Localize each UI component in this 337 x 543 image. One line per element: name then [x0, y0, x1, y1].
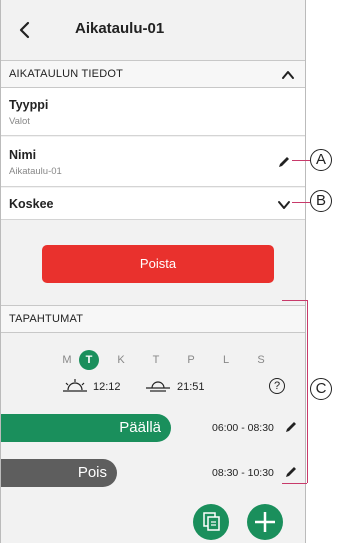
applies-row[interactable]: Koskee: [1, 188, 305, 220]
callout-line-b: [292, 202, 310, 203]
callout-bracket-top: [282, 300, 307, 301]
type-label: Tyyppi: [9, 98, 49, 112]
type-row: Tyyppi Valot: [1, 88, 305, 136]
chevron-down-icon[interactable]: [277, 198, 291, 212]
callout-a: A: [310, 149, 332, 171]
callout-b: B: [310, 190, 332, 212]
event-on-time: 06:00 - 08:30: [212, 422, 274, 434]
phone-screen: Aikataulu-01 AIKATAULUN TIEDOT Tyyppi Va…: [0, 0, 306, 543]
top-bar: Aikataulu-01: [1, 0, 305, 60]
name-value: Aikataulu-01: [9, 166, 62, 177]
day-tuesday[interactable]: T: [79, 350, 99, 370]
callout-bracket-side: [307, 300, 308, 483]
callout-bracket-bottom: [282, 483, 307, 484]
day-sunday[interactable]: S: [251, 350, 271, 370]
events-section-header: TAPAHTUMAT: [1, 305, 305, 333]
delete-button[interactable]: Poista: [42, 245, 274, 283]
event-off-pill[interactable]: Pois: [1, 459, 117, 487]
details-section-header[interactable]: AIKATAULUN TIEDOT: [1, 60, 305, 88]
name-row[interactable]: Nimi Aikataulu-01: [1, 137, 305, 187]
page-title: Aikataulu-01: [75, 20, 165, 37]
day-selector: M T K T P L S: [1, 350, 305, 370]
edit-event-on-icon[interactable]: [284, 420, 298, 434]
help-icon[interactable]: ?: [269, 378, 285, 394]
day-thursday[interactable]: T: [146, 350, 166, 370]
sunrise-time: 12:12: [93, 381, 121, 393]
callout-c: C: [310, 378, 332, 400]
edit-event-off-icon[interactable]: [284, 465, 298, 479]
applies-label: Koskee: [9, 197, 54, 211]
back-icon[interactable]: [13, 18, 37, 42]
event-on-pill[interactable]: Päällä: [1, 414, 171, 442]
events-section-label: TAPAHTUMAT: [9, 313, 84, 325]
sunrise-icon: [61, 378, 89, 397]
copy-schedule-button[interactable]: [193, 504, 229, 540]
type-value: Valot: [9, 116, 30, 127]
sunset-time: 21:51: [177, 381, 205, 393]
edit-name-icon[interactable]: [277, 155, 291, 169]
day-friday[interactable]: P: [181, 350, 201, 370]
day-wednesday[interactable]: K: [111, 350, 131, 370]
day-saturday[interactable]: L: [216, 350, 236, 370]
copy-icon: [203, 512, 220, 531]
chevron-up-icon[interactable]: [281, 68, 295, 82]
callout-line-a: [292, 160, 310, 161]
sun-times-row: 12:12 21:51 ?: [1, 378, 305, 397]
plus-icon: [255, 512, 275, 532]
add-event-button[interactable]: [247, 504, 283, 540]
sunset-icon: [144, 378, 172, 397]
name-label: Nimi: [9, 148, 37, 162]
day-monday[interactable]: M: [57, 350, 77, 370]
event-off-time: 08:30 - 10:30: [212, 467, 274, 479]
details-section-label: AIKATAULUN TIEDOT: [9, 68, 124, 80]
